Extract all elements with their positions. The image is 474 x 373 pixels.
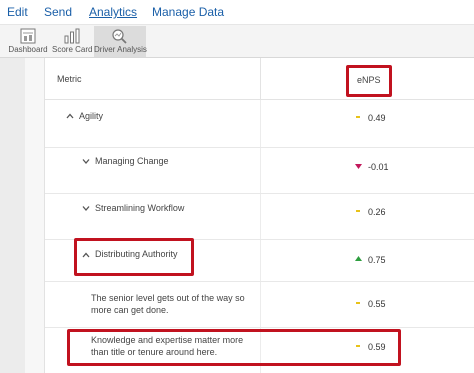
scorecard-icon xyxy=(64,28,80,44)
table-header: Metric eNPS xyxy=(45,58,474,100)
neutral-indicator-icon xyxy=(356,210,360,212)
column-divider xyxy=(260,148,261,193)
row-label: The senior level gets out of the way so … xyxy=(91,293,245,315)
chevron-up-icon[interactable] xyxy=(66,112,74,120)
left-gutter xyxy=(0,58,25,373)
table-row: The senior level gets out of the way so … xyxy=(45,282,474,328)
enps-value: 0.26 xyxy=(368,207,386,217)
column-divider xyxy=(260,58,261,100)
driver-analysis-table: Metric eNPS Agility 0.49 Managing Change… xyxy=(45,58,474,373)
enps-value: 0.75 xyxy=(368,255,386,265)
column-divider xyxy=(260,194,261,239)
chevron-down-icon[interactable] xyxy=(82,157,90,165)
table-row[interactable]: Streamlining Workflow 0.26 xyxy=(45,194,474,240)
menu-send[interactable]: Send xyxy=(44,5,72,19)
menu-manage-data[interactable]: Manage Data xyxy=(152,5,224,19)
column-divider xyxy=(260,100,261,147)
metric-column-header[interactable]: Metric xyxy=(57,74,82,84)
top-menu-bar: Edit Send Analytics Manage Data xyxy=(0,0,474,24)
knowledge-row-highlight xyxy=(67,329,401,366)
driver-analysis-button[interactable]: Driver Analysis xyxy=(94,26,147,57)
analytics-toolbar: Dashboard Score Card Driver Analysis xyxy=(0,24,474,58)
chevron-down-icon[interactable] xyxy=(82,204,90,212)
dashboard-icon xyxy=(20,28,36,44)
down-arrow-icon xyxy=(355,164,362,169)
scorecard-button[interactable]: Score Card xyxy=(52,26,92,57)
enps-value: 0.55 xyxy=(368,299,386,309)
row-label: Agility xyxy=(79,111,104,121)
driver-analysis-icon xyxy=(112,29,127,44)
table-row[interactable]: Managing Change -0.01 xyxy=(45,148,474,194)
column-divider xyxy=(260,240,261,281)
enps-header-highlight xyxy=(346,65,392,97)
menu-edit[interactable]: Edit xyxy=(7,5,28,19)
table-row[interactable]: Agility 0.49 xyxy=(45,100,474,148)
neutral-indicator-icon xyxy=(356,116,360,118)
scorecard-label: Score Card xyxy=(52,45,93,54)
driver-analysis-label: Driver Analysis xyxy=(94,45,147,54)
enps-value: 0.49 xyxy=(368,113,386,123)
up-arrow-icon xyxy=(355,256,362,261)
dashboard-button[interactable]: Dashboard xyxy=(8,26,48,57)
menu-analytics[interactable]: Analytics xyxy=(89,5,137,19)
enps-value: -0.01 xyxy=(368,162,389,172)
left-gutter-inner xyxy=(25,58,45,373)
row-label: Managing Change xyxy=(95,156,169,166)
distributing-authority-highlight xyxy=(74,238,194,276)
dashboard-label: Dashboard xyxy=(8,45,48,54)
neutral-indicator-icon xyxy=(356,302,360,304)
row-label: Streamlining Workflow xyxy=(95,203,185,213)
